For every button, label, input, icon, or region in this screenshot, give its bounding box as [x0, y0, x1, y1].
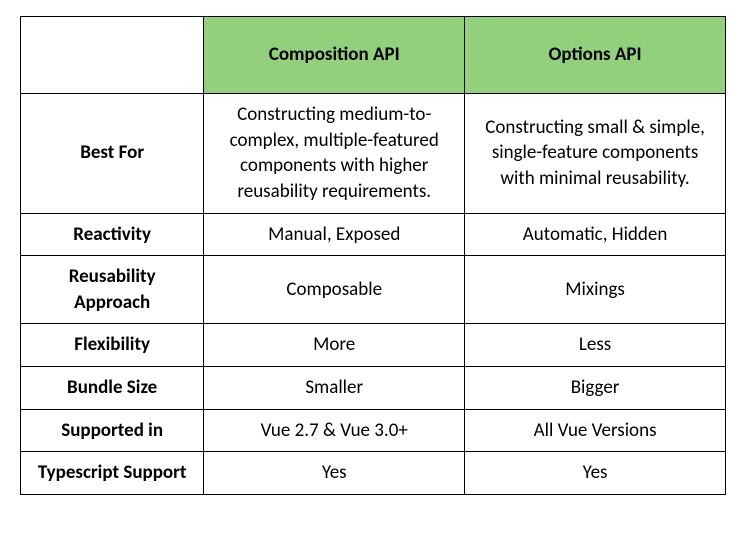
table-row: Reusability Approach Composable Mixings	[21, 256, 726, 324]
header-composition-api: Composition API	[204, 17, 465, 94]
cell-bundle-options: Bigger	[465, 367, 726, 410]
row-label-flexibility: Flexibility	[21, 324, 204, 367]
cell-reusability-composition: Composable	[204, 256, 465, 324]
cell-flexibility-composition: More	[204, 324, 465, 367]
header-options-api: Options API	[465, 17, 726, 94]
page: Composition API Options API Best For Con…	[0, 0, 746, 550]
table-row: Typescript Support Yes Yes	[21, 452, 726, 495]
row-label-reusability: Reusability Approach	[21, 256, 204, 324]
cell-bundle-composition: Smaller	[204, 367, 465, 410]
row-label-bundle-size: Bundle Size	[21, 367, 204, 410]
cell-supported-options: All Vue Versions	[465, 409, 726, 452]
cell-flexibility-options: Less	[465, 324, 726, 367]
cell-supported-composition: Vue 2.7 & Vue 3.0+	[204, 409, 465, 452]
cell-typescript-options: Yes	[465, 452, 726, 495]
cell-typescript-composition: Yes	[204, 452, 465, 495]
row-label-typescript: Typescript Support	[21, 452, 204, 495]
row-label-reactivity: Reactivity	[21, 213, 204, 256]
header-empty-cell	[21, 17, 204, 94]
comparison-table: Composition API Options API Best For Con…	[20, 16, 726, 495]
row-label-best-for: Best For	[21, 94, 204, 214]
cell-reactivity-options: Automatic, Hidden	[465, 213, 726, 256]
cell-best-for-composition: Constructing medium-to-complex, multiple…	[204, 94, 465, 214]
table-row: Supported in Vue 2.7 & Vue 3.0+ All Vue …	[21, 409, 726, 452]
table-row: Reactivity Manual, Exposed Automatic, Hi…	[21, 213, 726, 256]
header-row: Composition API Options API	[21, 17, 726, 94]
table-row: Best For Constructing medium-to-complex,…	[21, 94, 726, 214]
cell-best-for-options: Constructing small & simple, single-feat…	[465, 94, 726, 214]
table-row: Flexibility More Less	[21, 324, 726, 367]
cell-reusability-options: Mixings	[465, 256, 726, 324]
cell-reactivity-composition: Manual, Exposed	[204, 213, 465, 256]
row-label-supported-in: Supported in	[21, 409, 204, 452]
table-row: Bundle Size Smaller Bigger	[21, 367, 726, 410]
